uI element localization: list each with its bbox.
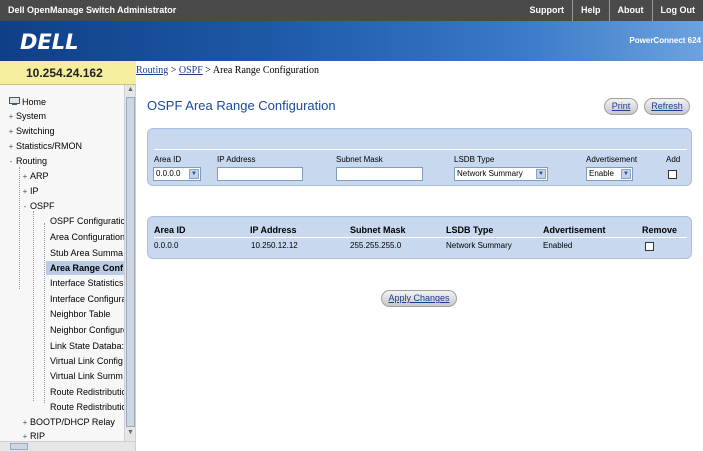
column-header-advertisement: Advertisement	[543, 225, 606, 235]
page-title: OSPF Area Range Configuration	[147, 98, 336, 113]
ip-address-label: IP Address	[217, 155, 256, 164]
expand-icon[interactable]: +	[22, 185, 28, 199]
sidebar-nav: Home + System + Switching + Statistics/RMON…	[0, 85, 136, 451]
scrollbar-thumb[interactable]	[10, 443, 28, 450]
scrollbar-thumb[interactable]	[126, 97, 135, 427]
ip-address-input[interactable]	[217, 167, 303, 181]
add-checkbox[interactable]	[668, 170, 677, 179]
print-button[interactable]: Print	[604, 98, 638, 115]
row-advertisement: Enabled	[543, 241, 573, 250]
help-link[interactable]: Help	[571, 0, 609, 21]
monitor-icon	[8, 96, 20, 110]
chevron-down-icon[interactable]: ▼	[621, 169, 631, 179]
support-link[interactable]: Support	[521, 0, 572, 21]
lsdb-type-select[interactable]: Network Summary ▼	[454, 167, 548, 181]
column-header-ip-address: IP Address	[250, 225, 297, 235]
breadcrumb-separator: >	[202, 65, 213, 76]
sidebar-item-arp[interactable]: + ARP	[22, 169, 49, 183]
panel-divider	[154, 149, 687, 150]
breadcrumb-routing-link[interactable]: Routing	[136, 65, 168, 76]
tree-line	[33, 211, 34, 401]
column-header-area-id: Area ID	[154, 225, 186, 235]
sidebar-item-interface-statistics[interactable]: Interface Statistics	[50, 276, 124, 290]
column-header-lsdb-type: LSDB Type	[446, 225, 494, 235]
sidebar-item-neighbor-configuration[interactable]: Neighbor Configure	[50, 323, 128, 337]
expand-icon[interactable]: +	[8, 110, 14, 124]
expand-icon[interactable]: +	[22, 170, 28, 184]
about-link[interactable]: About	[608, 0, 652, 21]
add-range-panel: Area ID IP Address Subnet Mask LSDB Type…	[147, 128, 692, 186]
refresh-button[interactable]: Refresh	[644, 98, 690, 115]
row-lsdb-type: Network Summary	[446, 241, 512, 250]
logout-link[interactable]: Log Out	[651, 0, 703, 21]
dell-logo: DELL	[20, 30, 79, 54]
sidebar-item-area-configuration[interactable]: Area Configuration	[50, 230, 125, 244]
sidebar-item-route-redistribution-summary[interactable]: Route Redistributic	[50, 400, 126, 414]
chevron-down-icon[interactable]: ▼	[536, 169, 546, 179]
scroll-down-icon[interactable]: ▼	[126, 429, 135, 439]
column-header-remove: Remove	[642, 225, 678, 235]
sidebar-item-link-state-database[interactable]: Link State Databa:	[50, 339, 124, 353]
lsdb-type-label: LSDB Type	[454, 155, 495, 164]
collapse-icon[interactable]: -	[8, 155, 14, 169]
expand-icon[interactable]: +	[8, 125, 14, 139]
top-bar: Dell OpenManage Switch Administrator Sup…	[0, 0, 703, 21]
row-ip-address: 10.250.12.12	[251, 241, 298, 250]
top-links: Support Help About Log Out	[521, 0, 703, 21]
area-id-select[interactable]: 0.0.0.0 ▼	[153, 167, 201, 181]
sidebar-item-interface-configuration[interactable]: Interface Configura	[50, 292, 127, 306]
device-ip: 10.254.24.162	[26, 66, 103, 80]
sidebar-item-ip[interactable]: + IP	[22, 184, 39, 198]
chevron-down-icon[interactable]: ▼	[189, 169, 199, 179]
breadcrumb-separator: >	[168, 65, 179, 76]
sidebar-item-virtual-link-configuration[interactable]: Virtual Link Config	[50, 354, 123, 368]
subnet-mask-label: Subnet Mask	[336, 155, 383, 164]
remove-checkbox[interactable]	[645, 242, 654, 251]
expand-icon[interactable]: +	[22, 416, 28, 430]
expand-icon[interactable]: +	[8, 140, 14, 154]
product-name: PowerConnect 624	[629, 36, 701, 45]
breadcrumb: Routing > OSPF > Area Range Configuratio…	[136, 61, 703, 85]
tree-line	[19, 167, 20, 289]
table-divider	[154, 237, 687, 238]
sidebar-item-virtual-link-summary[interactable]: Virtual Link Summ	[50, 369, 123, 383]
collapse-icon[interactable]: -	[22, 200, 28, 214]
scroll-up-icon[interactable]: ▲	[126, 86, 135, 96]
breadcrumb-current: Area Range Configuration	[212, 65, 319, 76]
breadcrumb-ospf-link[interactable]: OSPF	[179, 65, 203, 76]
brand-bar: DELL PowerConnect 624	[0, 21, 703, 61]
apply-changes-button[interactable]: Apply Changes	[381, 290, 457, 307]
row-area-id: 0.0.0.0	[154, 241, 179, 250]
sidebar-item-statistics-rmon[interactable]: + Statistics/RMON	[8, 139, 82, 153]
sidebar-item-neighbor-table[interactable]: Neighbor Table	[50, 307, 110, 321]
sidebar-item-route-redistribution[interactable]: Route Redistributic	[50, 385, 126, 399]
advertisement-label: Advertisement	[586, 155, 638, 164]
app-title: Dell OpenManage Switch Administrator	[8, 5, 177, 15]
sidebar-item-system[interactable]: + System	[8, 109, 46, 123]
row-subnet-mask: 255.255.255.0	[350, 241, 402, 250]
sidebar-item-ospf[interactable]: - OSPF	[22, 199, 55, 213]
sidebar-item-ospf-configuration[interactable]: OSPF Configuratic	[50, 214, 125, 228]
sidebar-item-bootp-dhcp-relay[interactable]: + BOOTP/DHCP Relay	[22, 415, 115, 429]
subnet-mask-input[interactable]	[336, 167, 423, 181]
sidebar-item-home[interactable]: Home	[8, 95, 46, 109]
column-header-subnet-mask: Subnet Mask	[350, 225, 406, 235]
sidebar-item-area-range-configuration[interactable]: Area Range Conf	[46, 261, 124, 275]
area-range-table: Area ID IP Address Subnet Mask LSDB Type…	[147, 216, 692, 259]
sidebar-horizontal-scrollbar[interactable]	[0, 441, 135, 451]
sidebar-item-switching[interactable]: + Switching	[8, 124, 55, 138]
device-ip-box: 10.254.24.162	[0, 61, 136, 85]
tree-line	[44, 223, 45, 403]
add-label: Add	[666, 155, 681, 164]
sidebar-item-routing[interactable]: - Routing	[8, 154, 47, 168]
advertisement-select[interactable]: Enable ▼	[586, 167, 633, 181]
sidebar-vertical-scrollbar[interactable]: ▲ ▼	[124, 85, 135, 441]
sidebar-item-stub-area-summary[interactable]: Stub Area Summa	[50, 246, 123, 260]
area-id-label: Area ID	[154, 155, 182, 164]
